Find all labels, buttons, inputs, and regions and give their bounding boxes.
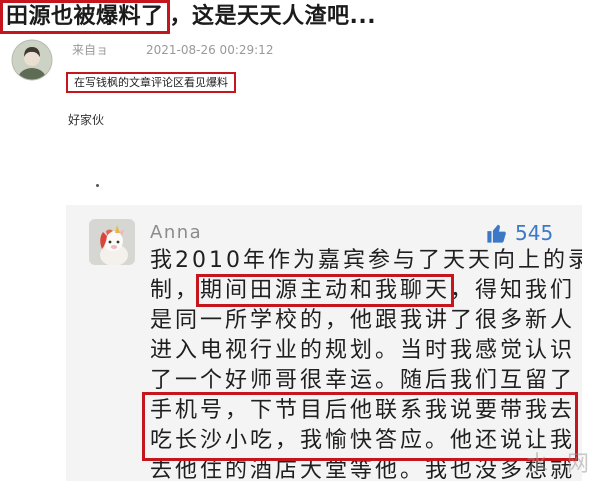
- commenter-username[interactable]: Anna: [150, 222, 202, 244]
- thumbs-up-icon: [487, 224, 506, 243]
- highlighted-passage: 手机号，下节目后他联系我说要带我去 吃长沙小吃，我愉快答应。他还说让我: [142, 392, 582, 461]
- comment-line-segment: ，得知我们: [450, 278, 576, 303]
- comment-line: 我2010年作为嘉宾参与了天天向上的录: [150, 248, 582, 273]
- comment-text: 我2010年作为嘉宾参与了天天向上的录 制，期间田源主动和我聊天，得知我们 是同…: [142, 246, 582, 481]
- author-name[interactable]: 来自ョ: [72, 43, 108, 57]
- comment-line-segment: 制，: [150, 278, 201, 303]
- post-title: 田源也被爆料了 ，这是天天人渣吧...: [0, 0, 376, 34]
- like-count: 545: [515, 221, 554, 245]
- highlighted-note: 在写钱枫的文章评论区看见爆料: [66, 72, 236, 93]
- comment-line: 手机号，下节目后他联系我说要带我去: [150, 398, 576, 423]
- commenter-avatar[interactable]: [89, 219, 135, 265]
- post-body: 好家伙: [68, 113, 105, 127]
- comment-line: 去他住的酒店大堂等他。我也没多想就: [150, 458, 576, 481]
- comment-line: 是同一所学校的，他跟我讲了很多新人: [150, 308, 576, 333]
- like-button[interactable]: 545: [486, 221, 553, 245]
- comment-line: 了一个好师哥很幸运。随后我们互留了: [150, 368, 576, 393]
- post-timestamp: 2021-08-26 00:29:12: [146, 43, 274, 57]
- user-avatar-icon: [11, 39, 53, 81]
- divider-dot: [96, 184, 99, 187]
- title-rest: ，这是天天人渣吧...: [169, 4, 377, 29]
- comment-line: 制，期间田源主动和我聊天，得知我们: [150, 274, 582, 307]
- post-screenshot: 田源也被爆料了 ，这是天天人渣吧... 来自ョ 2021-08-26 00:29:…: [0, 0, 600, 481]
- comment-line: 进入电视行业的规划。当时我感觉认识: [150, 338, 576, 363]
- comment-line: 吃长沙小吃，我愉快答应。他还说让我: [150, 428, 576, 453]
- title-highlight: 田源也被爆料了: [0, 0, 170, 34]
- user-avatar[interactable]: [11, 39, 53, 81]
- unicorn-plush-avatar-icon: [89, 219, 135, 265]
- highlighted-phrase: 期间田源主动和我聊天: [196, 274, 455, 307]
